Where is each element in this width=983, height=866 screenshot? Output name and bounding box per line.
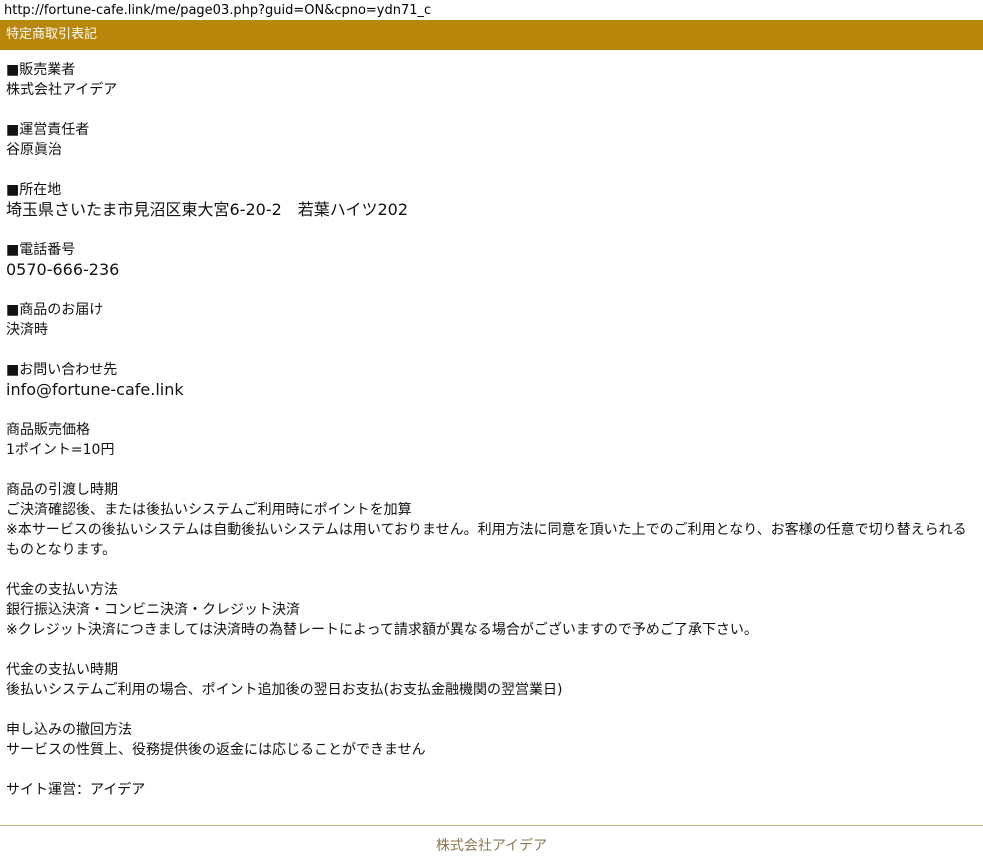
handover-line-2: ※本サービスの後払いシステムは自動後払いシステムは用いておりません。利用方法に同…	[6, 522, 967, 558]
seller-heading: ■販売業者	[6, 62, 76, 78]
phone-value: 0570-666-236	[6, 260, 120, 279]
payment-method-line-2: ※クレジット決済につきましては決済時の為替レートによって請求額が異なる場合がござ…	[6, 622, 758, 638]
page-title: 特定商取引表記	[6, 27, 98, 42]
manager-value: 谷原眞治	[6, 142, 62, 158]
phone-heading: ■電話番号	[6, 242, 76, 258]
page-title-bar: 特定商取引表記	[0, 20, 983, 50]
contact-email: info@fortune-cafe.link	[6, 380, 184, 399]
price-heading: 商品販売価格	[6, 422, 90, 438]
handover-line-1: ご決済確認後、または後払いシステムご利用時にポイントを加算	[6, 502, 412, 518]
manager-heading: ■運営責任者	[6, 122, 90, 138]
footer-divider	[0, 825, 983, 826]
payment-timing-heading: 代金の支払い時期	[6, 662, 118, 678]
handover-heading: 商品の引渡し時期	[6, 482, 118, 498]
delivery-heading: ■商品のお届け	[6, 302, 104, 318]
contact-heading: ■お問い合わせ先	[6, 362, 118, 378]
cancellation-value: サービスの性質上、役務提供後の返金には応じることができません	[6, 742, 426, 758]
legal-notice-content: ■販売業者 株式会社アイデア ■運営責任者 谷原眞治 ■所在地 埼玉県さいたま市…	[6, 60, 972, 800]
footer-company-name: 株式会社アイデア	[435, 838, 548, 854]
payment-method-line-1: 銀行振込決済・コンビニ決済・クレジット決済	[6, 602, 300, 618]
price-value: 1ポイント=10円	[6, 442, 115, 458]
payment-timing-value: 後払いシステムご利用の場合、ポイント追加後の翌日お支払(お支払金融機関の翌営業日…	[6, 682, 563, 698]
address-heading: ■所在地	[6, 182, 62, 198]
address-value: 埼玉県さいたま市見沼区東大宮6-20-2 若葉ハイツ202	[6, 200, 409, 219]
cancellation-heading: 申し込みの撤回方法	[6, 722, 132, 738]
payment-method-heading: 代金の支払い方法	[6, 582, 118, 598]
seller-value: 株式会社アイデア	[6, 82, 118, 98]
site-operator: サイト運営：アイデア	[6, 782, 146, 798]
delivery-value: 決済時	[6, 322, 48, 338]
page-url: http://fortune-cafe.link/me/page03.php?g…	[4, 3, 432, 18]
